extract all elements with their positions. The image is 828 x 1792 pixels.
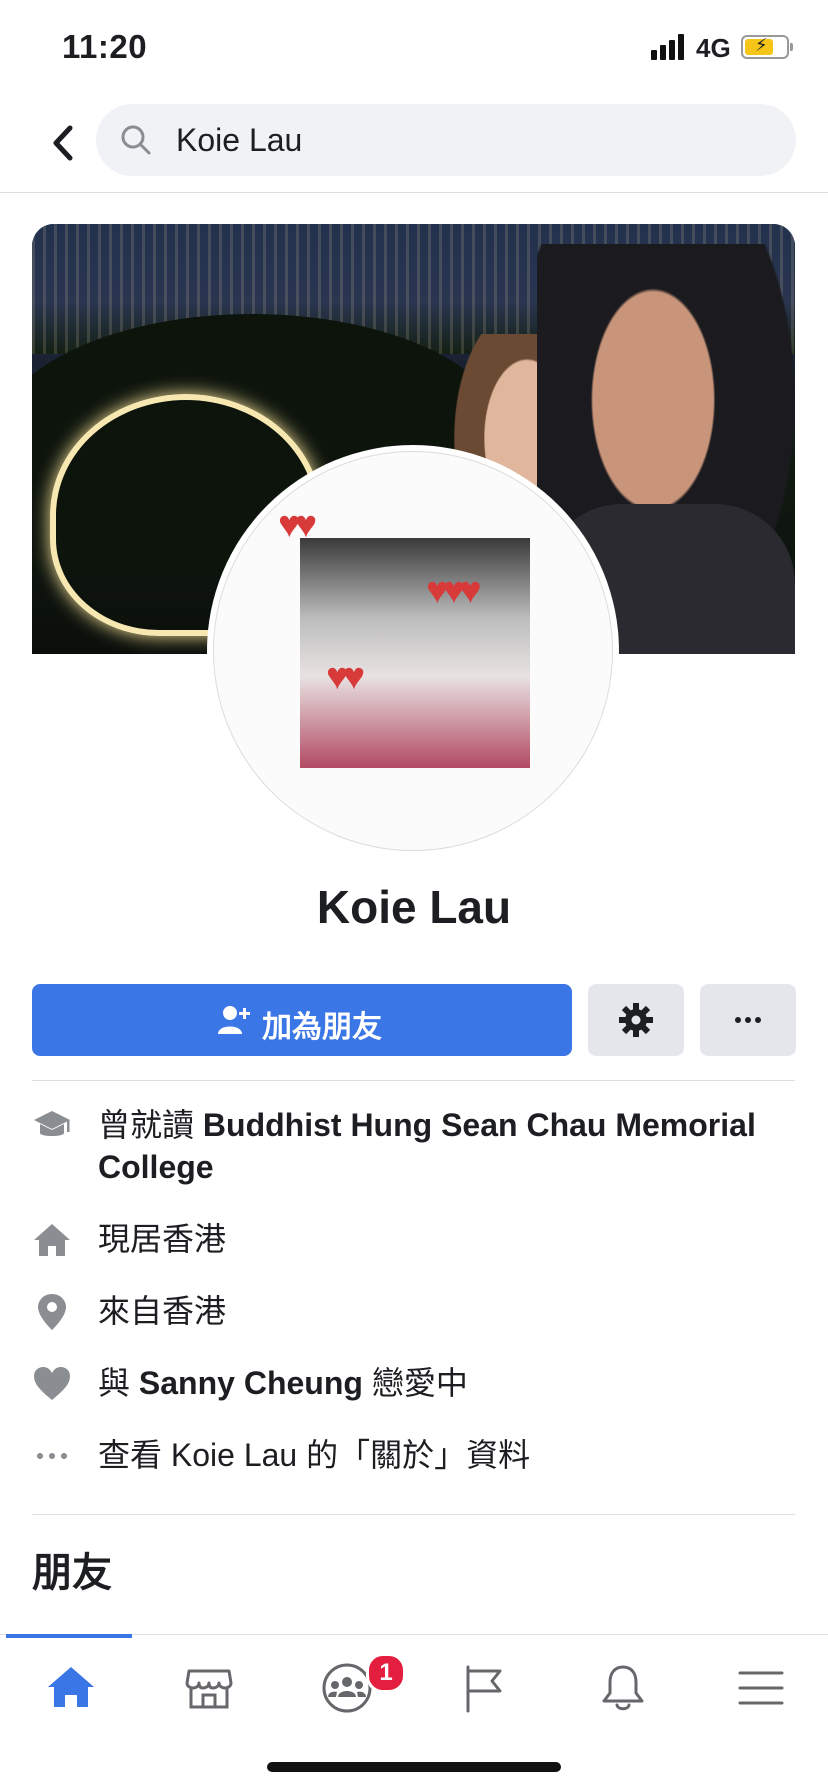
tab-home[interactable] xyxy=(0,1649,138,1729)
profile-picture[interactable]: ♥♥ ♥♥♥ ♥♥ xyxy=(213,451,613,851)
home-icon xyxy=(34,1224,70,1256)
graduation-cap-icon xyxy=(34,1111,70,1136)
lives-in-text: 現居香港 xyxy=(98,1221,227,1257)
battery-charging-icon: ⚡ xyxy=(741,35,793,59)
add-friend-icon xyxy=(218,1006,250,1034)
divider xyxy=(32,1080,795,1081)
info-from: 來自香港 xyxy=(32,1290,795,1334)
divider xyxy=(32,1514,795,1515)
search-icon xyxy=(121,125,151,155)
see-about-info-row[interactable]: 查看 Koie Lau 的「關於」資料 xyxy=(32,1434,795,1478)
active-tab-indicator xyxy=(6,1634,132,1638)
relationship-prefix: 與 xyxy=(98,1365,139,1401)
groups-notification-badge: 1 xyxy=(366,1653,406,1693)
hearts-decoration: ♥♥ xyxy=(326,656,365,698)
menu-icon xyxy=(738,1671,784,1705)
settings-button[interactable] xyxy=(588,984,684,1056)
more-dots-icon xyxy=(735,1017,761,1023)
add-friend-label: 加為朋友 xyxy=(262,1011,382,1044)
home-icon xyxy=(48,1667,94,1707)
info-education: 曾就讀 Buddhist Hung Sean Chau Memorial Col… xyxy=(32,1104,795,1188)
hearts-decoration: ♥♥ xyxy=(278,504,317,546)
network-type: 4G xyxy=(696,33,731,63)
location-pin-icon xyxy=(38,1294,66,1330)
gear-icon xyxy=(619,1003,653,1037)
notifications-bell-icon xyxy=(602,1665,644,1711)
education-prefix: 曾就讀 xyxy=(98,1107,203,1143)
search-input[interactable]: Koie Lau xyxy=(96,104,796,176)
relationship-partner-link[interactable]: Sanny Cheung xyxy=(139,1365,363,1401)
see-about-text: 查看 Koie Lau 的「關於」資料 xyxy=(98,1437,531,1473)
bottom-tab-bar: 1 xyxy=(0,1634,828,1745)
status-time: 11:20 xyxy=(62,28,148,65)
from-text: 來自香港 xyxy=(98,1293,227,1329)
pages-flag-icon xyxy=(466,1665,502,1713)
status-bar: 11:20 4G ⚡ xyxy=(0,0,828,96)
search-query-text: Koie Lau xyxy=(176,122,303,158)
profile-name: Koie Lau xyxy=(316,881,512,933)
cellular-signal-icon xyxy=(651,34,687,60)
relationship-suffix: 戀愛中 xyxy=(362,1365,468,1401)
home-indicator[interactable] xyxy=(267,1762,561,1772)
tab-pages[interactable] xyxy=(414,1649,552,1729)
friends-section-title: 朋友 xyxy=(32,1551,112,1595)
info-relationship: 與 Sanny Cheung 戀愛中 xyxy=(32,1362,795,1406)
profile-photo-image xyxy=(300,538,530,768)
tab-menu[interactable] xyxy=(690,1649,828,1729)
more-dots-icon xyxy=(37,1453,67,1459)
heart-icon xyxy=(34,1367,70,1400)
hearts-decoration: ♥♥♥ xyxy=(426,570,482,612)
more-options-button[interactable] xyxy=(700,984,796,1056)
tab-groups[interactable]: 1 xyxy=(276,1649,414,1729)
tab-marketplace[interactable] xyxy=(138,1649,276,1729)
info-lives-in: 現居香港 xyxy=(32,1218,795,1262)
add-friend-button[interactable]: 加為朋友 xyxy=(32,984,572,1056)
back-arrow-icon[interactable] xyxy=(44,118,84,168)
marketplace-icon xyxy=(185,1669,233,1709)
search-header: Koie Lau xyxy=(0,96,828,193)
tab-notifications[interactable] xyxy=(552,1649,690,1729)
